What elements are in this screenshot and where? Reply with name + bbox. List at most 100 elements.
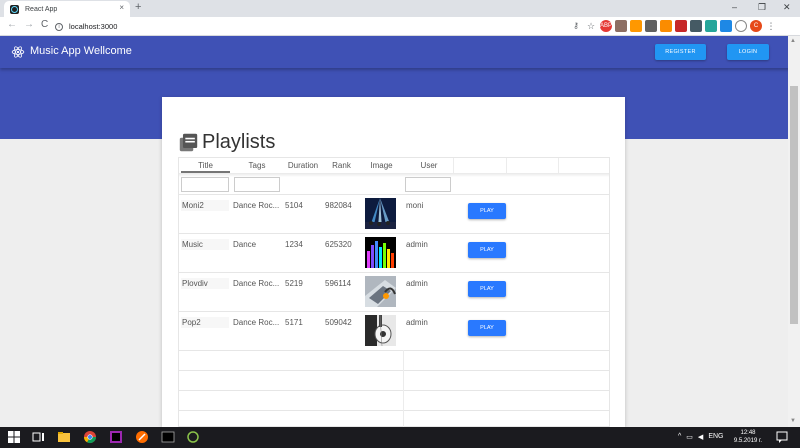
adblock-icon[interactable]: ABP — [600, 20, 612, 32]
browser-toolbar: ← → C i localhost:3000 ⚷ ☆ ABP C ⋮ — [0, 17, 800, 36]
equalizer-image — [365, 237, 396, 268]
vlc-extension-icon[interactable] — [630, 20, 642, 32]
clock-time: 12:48 — [740, 430, 756, 436]
column-header-tags[interactable]: Tags — [232, 158, 282, 173]
browser-menu-icon[interactable]: ⋮ — [765, 20, 777, 32]
minimize-icon[interactable]: – — [732, 2, 737, 12]
playlists-table: Title Tags Duration Rank Image User Moni… — [178, 157, 610, 428]
page-title: Playlists — [202, 131, 276, 153]
clock-date: 9.5.2019 г. — [733, 438, 763, 444]
system-tray: ^ ▭ ◀ ENG — [678, 433, 723, 441]
extension-icon[interactable] — [675, 20, 687, 32]
extension-icon[interactable] — [690, 20, 702, 32]
row-divider — [179, 194, 609, 195]
scroll-up-icon[interactable]: ▲ — [790, 38, 796, 44]
title-cell: Pop2 — [181, 317, 229, 328]
play-button[interactable]: PLAY — [468, 320, 506, 336]
compass-app-icon[interactable] — [135, 430, 149, 444]
scroll-down-icon[interactable]: ▼ — [790, 418, 796, 424]
chrome-icon[interactable] — [83, 430, 97, 444]
rank-cell: 509042 — [325, 318, 352, 327]
login-button[interactable]: LOGIN — [727, 44, 769, 60]
column-divider — [558, 158, 559, 173]
user-cell: admin — [406, 240, 428, 249]
column-header-image[interactable]: Image — [361, 158, 402, 173]
row-divider — [179, 233, 609, 234]
tags-cell: Dance Roc... — [233, 279, 280, 288]
row-divider — [179, 272, 609, 273]
scrollbar-thumb[interactable] — [790, 86, 798, 324]
address-bar[interactable]: i localhost:3000 — [55, 19, 615, 34]
jetbrains-icon[interactable] — [109, 430, 123, 444]
headphones-laptop-image — [365, 276, 396, 307]
title-filter-input[interactable] — [181, 177, 229, 192]
tags-cell: Dance — [233, 240, 257, 249]
extension-icon[interactable] — [720, 20, 732, 32]
browser-tab[interactable]: React App × — [4, 1, 130, 17]
user-filter-input[interactable] — [405, 177, 451, 192]
register-button[interactable]: REGISTER — [655, 44, 706, 60]
duration-cell: 1234 — [285, 240, 303, 249]
playlists-card: Playlists Title Tags Duration Rank Image… — [162, 97, 625, 428]
show-hidden-icons-icon[interactable]: ^ — [678, 433, 681, 441]
column-header-duration[interactable]: Duration — [282, 158, 324, 173]
app-title: Music App Wellcome — [30, 45, 132, 57]
guitar-image — [365, 315, 396, 346]
user-cell: admin — [406, 318, 428, 327]
bookmark-star-icon[interactable]: ☆ — [585, 20, 597, 32]
url-text: localhost:3000 — [69, 22, 118, 31]
tags-filter-input[interactable] — [234, 177, 280, 192]
row-divider — [179, 410, 609, 411]
volume-icon[interactable]: ◀ — [698, 433, 703, 441]
duration-cell: 5219 — [285, 279, 303, 288]
profile-avatar[interactable]: C — [750, 20, 762, 32]
network-icon[interactable]: ▭ — [686, 433, 693, 441]
key-icon[interactable]: ⚷ — [570, 20, 582, 32]
file-explorer-icon[interactable] — [57, 430, 71, 444]
tags-cell: Dance Roc... — [233, 201, 280, 210]
tab-close-icon[interactable]: × — [119, 3, 124, 12]
terminal-icon[interactable] — [161, 430, 175, 444]
play-button[interactable]: PLAY — [468, 242, 506, 258]
extension-icon[interactable] — [615, 20, 627, 32]
extensions-area: ⚷ ☆ ABP C ⋮ — [570, 20, 777, 32]
extension-icon[interactable] — [660, 20, 672, 32]
system-clock[interactable]: 12:48 9.5.2019 г. — [728, 429, 768, 445]
rank-cell: 982084 — [325, 201, 352, 210]
rank-cell: 596114 — [325, 279, 352, 288]
app-header: Music App Wellcome REGISTER LOGIN — [0, 36, 800, 68]
row-divider — [179, 350, 609, 351]
extension-icon[interactable] — [705, 20, 717, 32]
input-language[interactable]: ENG — [708, 433, 723, 441]
tags-cell: Dance Roc... — [233, 318, 280, 327]
notes-extension-icon[interactable] — [645, 20, 657, 32]
column-divider — [403, 350, 404, 428]
site-info-icon[interactable]: i — [55, 22, 63, 31]
play-button[interactable]: PLAY — [468, 281, 506, 297]
react-logo-icon — [11, 46, 25, 58]
back-icon[interactable]: ← — [7, 19, 17, 30]
new-tab-icon[interactable]: + — [135, 1, 141, 13]
tab-title: React App — [25, 5, 58, 13]
title-cell: Music — [181, 239, 229, 250]
forward-icon[interactable]: → — [24, 19, 34, 30]
maximize-icon[interactable]: ❐ — [758, 2, 766, 13]
reload-icon[interactable]: C — [41, 19, 48, 30]
user-cell: moni — [406, 201, 424, 210]
duration-cell: 5171 — [285, 318, 303, 327]
window-close-icon[interactable]: ✕ — [783, 2, 791, 13]
title-cell: Moni2 — [181, 200, 229, 211]
react-favicon-icon — [10, 4, 19, 14]
windows-start-icon[interactable] — [7, 430, 21, 444]
extension-icon[interactable] — [735, 20, 747, 32]
browser-tab-strip: React App × + – ❐ ✕ — [0, 0, 800, 17]
play-button[interactable]: PLAY — [468, 203, 506, 219]
notifications-icon[interactable] — [775, 430, 789, 444]
playlist-icon — [179, 133, 198, 152]
column-header-user[interactable]: User — [404, 158, 454, 173]
concert-lights-image — [365, 198, 396, 229]
column-header-rank[interactable]: Rank — [324, 158, 359, 173]
row-divider — [179, 370, 609, 371]
task-view-icon[interactable] — [32, 430, 46, 444]
node-app-icon[interactable] — [186, 430, 200, 444]
